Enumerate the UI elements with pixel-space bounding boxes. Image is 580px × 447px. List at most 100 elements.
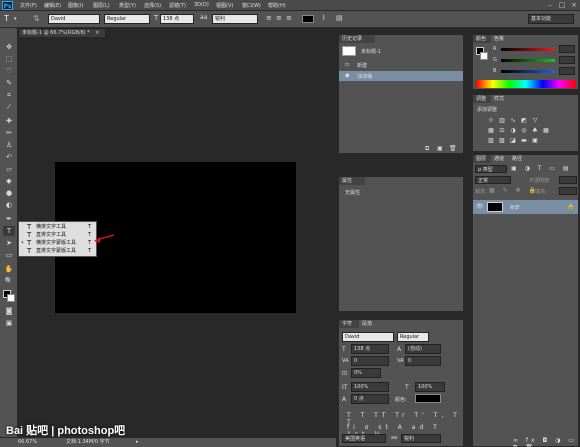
selective-color-icon[interactable]: ▣ bbox=[531, 137, 539, 144]
paint-bucket-tool-icon[interactable]: ◆ bbox=[3, 176, 15, 186]
tab-styles[interactable]: 样式 bbox=[491, 95, 509, 103]
zoom-tool-icon[interactable]: 🔍 bbox=[3, 276, 15, 286]
healing-brush-tool-icon[interactable]: ✚ bbox=[3, 116, 15, 126]
document-tab[interactable]: 未标题-1 @ 66.7%(RGB/8) * × bbox=[18, 28, 106, 37]
type-tool-icon[interactable]: T bbox=[3, 226, 15, 236]
char-font-family-select[interactable]: David bbox=[342, 332, 394, 342]
vertical-scale-field[interactable]: 100% bbox=[351, 382, 389, 392]
kerning-field[interactable]: 0 bbox=[351, 356, 389, 366]
zoom-level[interactable]: 66.67% bbox=[18, 438, 37, 447]
green-value-field[interactable] bbox=[559, 56, 575, 64]
character-panel-icon[interactable]: ▤ bbox=[336, 14, 343, 22]
pen-tool-icon[interactable]: ✒ bbox=[3, 214, 15, 224]
eraser-tool-icon[interactable]: ▱ bbox=[3, 164, 15, 174]
eyedropper-tool-icon[interactable]: ⁄ bbox=[3, 102, 15, 112]
preset-dropdown-icon[interactable]: ▾ bbox=[14, 16, 17, 22]
font-style-select[interactable]: Regular bbox=[104, 14, 150, 24]
channel-mixer-icon[interactable]: ♣ bbox=[531, 127, 539, 134]
vibrance-icon[interactable]: ▽ bbox=[531, 117, 539, 124]
tsume-field[interactable]: 0% bbox=[351, 368, 381, 378]
flyout-item-horizontal-type-mask[interactable]: • T 横排文字蒙版工具 T bbox=[19, 239, 96, 247]
tab-paths[interactable]: 路径 bbox=[509, 155, 527, 163]
align-right-icon[interactable]: ≡ bbox=[286, 14, 292, 22]
warp-text-icon[interactable]: ⌇ bbox=[322, 14, 325, 22]
visibility-eye-icon[interactable]: 👁 bbox=[476, 203, 484, 210]
marquee-tool-icon[interactable]: ⬚ bbox=[3, 54, 15, 64]
maximize-icon[interactable]: □ bbox=[556, 0, 568, 11]
new-doc-from-state-icon[interactable]: ⧉ bbox=[425, 145, 429, 153]
layer-row-background[interactable]: 👁 背景 🔒 bbox=[473, 200, 578, 214]
baseline-shift-field[interactable]: 0 点 bbox=[351, 394, 389, 404]
color-bg-swatch[interactable] bbox=[480, 52, 488, 60]
flyout-item-vertical-type-mask[interactable]: T 直排文字蒙版工具 T bbox=[19, 247, 96, 255]
tab-character[interactable]: 字符 bbox=[339, 320, 359, 328]
menu-help[interactable]: 帮助(H) bbox=[268, 2, 286, 9]
status-menu-arrow-icon[interactable]: ▸ bbox=[136, 438, 139, 447]
hand-tool-icon[interactable]: ✋ bbox=[3, 264, 15, 274]
threshold-icon[interactable]: ◪ bbox=[509, 137, 517, 144]
blue-value-field[interactable] bbox=[559, 67, 575, 75]
color-balance-icon[interactable]: ⚖ bbox=[498, 127, 506, 134]
clone-stamp-tool-icon[interactable]: ♙ bbox=[3, 140, 15, 150]
crop-tool-icon[interactable]: ⌗ bbox=[3, 90, 15, 100]
blend-mode-select[interactable]: 正常 bbox=[475, 176, 511, 184]
quick-select-tool-icon[interactable]: ✎ bbox=[3, 78, 15, 88]
opacity-field[interactable] bbox=[559, 176, 577, 184]
curves-icon[interactable]: ∿ bbox=[509, 117, 517, 124]
char-font-size-field[interactable]: 138 点 bbox=[351, 344, 389, 354]
tab-properties[interactable]: 属性 bbox=[339, 177, 365, 185]
lasso-tool-icon[interactable]: ➰ bbox=[3, 66, 15, 76]
font-family-select[interactable]: David bbox=[48, 14, 100, 24]
black-white-icon[interactable]: ◑ bbox=[509, 127, 517, 134]
red-value-field[interactable] bbox=[559, 45, 575, 53]
background-color-swatch[interactable] bbox=[7, 294, 15, 302]
red-slider[interactable] bbox=[501, 48, 555, 51]
text-orientation-icon[interactable]: ⇅ bbox=[33, 14, 40, 23]
history-item-paint-bucket[interactable]: ◆ 油漆桶 bbox=[339, 71, 463, 81]
minimize-icon[interactable]: – bbox=[544, 0, 556, 11]
photo-filter-icon[interactable]: ◎ bbox=[520, 127, 528, 134]
char-font-style-select[interactable]: Regular bbox=[397, 332, 429, 342]
snapshot-label[interactable]: 未标题-1 bbox=[361, 48, 381, 55]
menu-3d[interactable]: 3D(D) bbox=[194, 2, 209, 8]
menu-window[interactable]: 窗口(W) bbox=[242, 2, 261, 9]
move-tool-icon[interactable]: ✥ bbox=[3, 42, 15, 52]
color-spectrum-ramp[interactable] bbox=[476, 80, 576, 88]
layer-filter-icons[interactable]: ▣ ◑ T ▭ ▤ bbox=[511, 165, 572, 172]
tab-color[interactable]: 颜色 bbox=[473, 35, 491, 43]
text-color-swatch[interactable] bbox=[302, 15, 314, 23]
tab-channels[interactable]: 通道 bbox=[491, 155, 509, 163]
menu-filter[interactable]: 滤镜(T) bbox=[169, 2, 186, 9]
menu-file[interactable]: 文件(F) bbox=[20, 2, 37, 9]
align-left-icon[interactable]: ≡ bbox=[266, 14, 272, 22]
quick-mask-icon[interactable]: ◙ bbox=[3, 306, 15, 316]
workspace-select[interactable]: 基本功能 bbox=[528, 14, 574, 24]
close-icon[interactable]: × bbox=[568, 0, 580, 11]
char-color-swatch[interactable] bbox=[415, 394, 441, 403]
color-lookup-icon[interactable]: ▦ bbox=[542, 127, 550, 134]
dodge-tool-icon[interactable]: ◐ bbox=[3, 200, 15, 210]
tab-swatches[interactable]: 色板 bbox=[491, 35, 509, 43]
tab-history[interactable]: 历史记录 bbox=[339, 35, 375, 43]
history-item-new[interactable]: ▫ 新建 bbox=[339, 60, 463, 70]
align-center-icon[interactable]: ≡ bbox=[276, 14, 282, 22]
tab-layers[interactable]: 图层 bbox=[473, 155, 491, 163]
blur-tool-icon[interactable]: ● bbox=[3, 188, 15, 198]
path-select-tool-icon[interactable]: ➤ bbox=[3, 238, 15, 248]
delete-icon[interactable]: 🗑 bbox=[449, 145, 457, 152]
gradient-map-icon[interactable]: ▬ bbox=[520, 137, 528, 144]
font-size-select[interactable]: 138 点 bbox=[160, 14, 194, 24]
menu-layer[interactable]: 图层(L) bbox=[93, 2, 110, 9]
snapshot-camera-icon[interactable]: ▣ bbox=[437, 145, 443, 152]
tracking-field[interactable]: 0 bbox=[405, 356, 441, 366]
menu-type[interactable]: 类型(Y) bbox=[119, 2, 136, 9]
flyout-item-vertical-type[interactable]: T 直排文字工具 T bbox=[19, 231, 96, 239]
menu-edit[interactable]: 编辑(E) bbox=[44, 2, 61, 9]
green-slider[interactable] bbox=[501, 59, 555, 62]
menu-image[interactable]: 图像(I) bbox=[68, 2, 83, 9]
shape-tool-icon[interactable]: ▭ bbox=[3, 250, 15, 260]
invert-icon[interactable]: ▨ bbox=[487, 137, 495, 144]
leading-field[interactable]: (自动) bbox=[405, 344, 441, 354]
screen-mode-icon[interactable]: ▣ bbox=[3, 318, 15, 328]
tab-paragraph[interactable]: 段落 bbox=[359, 320, 379, 328]
